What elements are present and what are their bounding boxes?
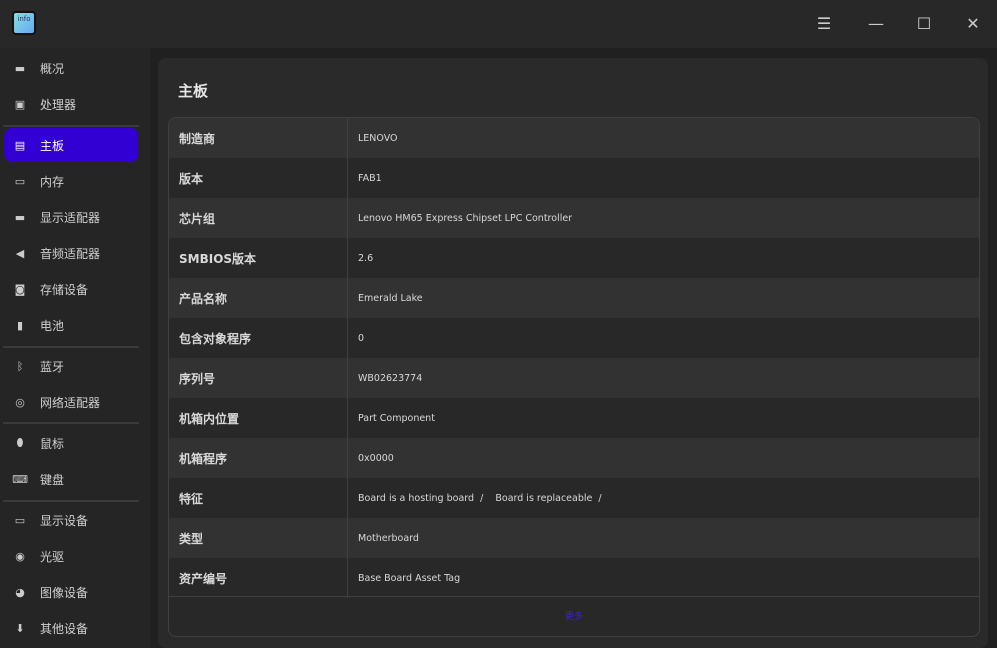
- table-row: 版本 FAB1: [169, 158, 979, 198]
- sidebar: ▬ 概况 ▣ 处理器 ▤ 主板 ▭ 内存 ▬ 显示适配器 ◀ 音频适配器 ◙ 存储设备 ▮ 电池 ᛒ 蓝牙 ◎ 网络适…: [0, 48, 150, 648]
- row-value: Lenovo HM65 Express Chipset LPC Controll…: [358, 212, 573, 224]
- keyboard-icon: ⌨: [12, 472, 28, 486]
- row-value: Part Component: [358, 412, 435, 424]
- row-label: 类型: [169, 518, 348, 558]
- sidebar-item-7[interactable]: ▮ 电池: [4, 308, 138, 342]
- mouse-icon: ⬮: [16, 436, 24, 449]
- table-row: 资产编号 Base Board Asset Tag: [169, 558, 979, 598]
- table-row: 包含对象程序 0: [169, 318, 979, 358]
- table-row: 机箱内位置 Part Component: [169, 398, 979, 438]
- optical-drive-icon: ◉: [15, 549, 25, 563]
- sidebar-item-label: 光驱: [40, 549, 65, 564]
- main-panel: 主板 制造商 LENOVO 版本 FAB1 芯片组 Lenovo HM65 Express…: [158, 58, 988, 648]
- sidebar-item-10[interactable]: ⬮ 鼠标: [4, 426, 138, 460]
- sidebar-item-0[interactable]: ▬ 概况: [4, 51, 138, 85]
- table-row: 产品名称 Emerald Lake: [169, 278, 979, 318]
- row-label: SMBIOS版本: [169, 238, 348, 278]
- network-icon: ◎: [15, 395, 25, 409]
- row-value: Base Board Asset Tag: [358, 572, 461, 584]
- sidebar-item-12[interactable]: ▭ 显示设备: [4, 503, 138, 537]
- row-label: 序列号: [169, 358, 348, 398]
- row-value: 0: [358, 332, 365, 344]
- close-button[interactable]: ✕: [961, 12, 985, 36]
- row-label: 产品名称: [169, 278, 348, 318]
- page-title: 主板: [178, 82, 209, 100]
- sidebar-divider: [3, 500, 139, 502]
- more-link[interactable]: 更多: [169, 596, 979, 636]
- row-value: WB02623774: [358, 372, 423, 384]
- sidebar-item-6[interactable]: ◙ 存储设备: [4, 272, 138, 306]
- info-table: 制造商 LENOVO 版本 FAB1 芯片组 Lenovo HM65 Express Ch…: [168, 117, 980, 637]
- row-value: 0x0000: [358, 452, 394, 464]
- sidebar-item-label: 内存: [40, 174, 65, 189]
- row-label: 特征: [169, 478, 348, 518]
- row-label: 制造商: [169, 118, 348, 158]
- table-row: 序列号 WB02623774: [169, 358, 979, 398]
- motherboard-icon: ▤: [14, 138, 26, 152]
- sidebar-item-label: 显示设备: [40, 513, 89, 528]
- title-bar: info ☰ — ☐ ✕: [0, 0, 997, 48]
- sidebar-item-15[interactable]: ⬇ 其他设备: [4, 611, 138, 645]
- row-label: 机箱程序: [169, 438, 348, 478]
- row-label: 版本: [169, 158, 348, 198]
- row-value: Motherboard: [358, 532, 419, 544]
- sidebar-item-label: 存储设备: [40, 282, 89, 297]
- sidebar-item-3[interactable]: ▭ 内存: [4, 164, 138, 198]
- sidebar-item-label: 显示适配器: [40, 210, 101, 225]
- row-value: LENOVO: [358, 132, 398, 144]
- sidebar-item-9[interactable]: ◎ 网络适配器: [4, 385, 138, 419]
- bluetooth-icon: ᛒ: [16, 359, 24, 373]
- memory-icon: ▭: [14, 174, 26, 188]
- cpu-icon: ▣: [14, 97, 26, 111]
- table-row: 特征 Board is a hosting board / Board is re…: [169, 478, 979, 518]
- table-row: 机箱程序 0x0000: [169, 438, 979, 478]
- row-value: Emerald Lake: [358, 292, 423, 304]
- display-adapter-icon: ▬: [14, 210, 26, 224]
- row-label: 资产编号: [169, 558, 348, 598]
- sidebar-item-label: 其他设备: [40, 621, 89, 636]
- sidebar-item-label: 蓝牙: [40, 359, 65, 374]
- menu-button[interactable]: ☰: [812, 12, 836, 36]
- sidebar-item-label: 主板: [40, 138, 65, 153]
- sidebar-item-label: 电池: [40, 318, 65, 333]
- monitor-icon: ▭: [14, 513, 26, 527]
- sidebar-item-11[interactable]: ⌨ 键盘: [4, 462, 138, 496]
- table-row: 芯片组 Lenovo HM65 Express Chipset LPC Contr…: [169, 198, 979, 238]
- table-row: SMBIOS版本 2.6: [169, 238, 979, 278]
- storage-icon: ◙: [14, 282, 26, 296]
- table-row: 类型 Motherboard: [169, 518, 979, 558]
- sidebar-item-label: 网络适配器: [40, 395, 101, 410]
- sidebar-item-1[interactable]: ▣ 处理器: [4, 87, 138, 121]
- maximize-button[interactable]: ☐: [912, 12, 936, 36]
- sidebar-divider: [3, 346, 139, 348]
- computer-icon: ▬: [14, 61, 26, 75]
- row-value: FAB1: [358, 172, 382, 184]
- row-label: 包含对象程序: [169, 318, 348, 358]
- row-value: Board is a hosting board / Board is repl…: [358, 492, 602, 504]
- row-value: 2.6: [358, 252, 374, 264]
- row-label: 芯片组: [169, 198, 348, 238]
- other-device-icon: ⬇: [15, 621, 25, 635]
- sidebar-item-label: 鼠标: [40, 436, 65, 451]
- camera-icon: ◕: [15, 585, 25, 599]
- app-logo: info: [12, 11, 36, 35]
- sidebar-item-4[interactable]: ▬ 显示适配器: [4, 200, 138, 234]
- sidebar-item-label: 图像设备: [40, 585, 89, 600]
- sidebar-divider: [3, 422, 139, 424]
- sidebar-item-label: 音频适配器: [40, 246, 101, 261]
- row-label: 机箱内位置: [169, 398, 348, 438]
- sidebar-item-label: 键盘: [40, 472, 65, 487]
- minimize-button[interactable]: —: [864, 12, 888, 36]
- sidebar-item-5[interactable]: ◀ 音频适配器: [4, 236, 138, 270]
- table-row: 制造商 LENOVO: [169, 118, 979, 158]
- sidebar-item-label: 处理器: [40, 97, 77, 112]
- battery-icon: ▮: [16, 318, 24, 332]
- sidebar-item-label: 概况: [40, 61, 65, 76]
- sidebar-item-2[interactable]: ▤ 主板: [4, 128, 138, 162]
- sidebar-item-8[interactable]: ᛒ 蓝牙: [4, 349, 138, 383]
- sidebar-item-13[interactable]: ◉ 光驱: [4, 539, 138, 573]
- audio-icon: ◀: [15, 246, 25, 260]
- sidebar-divider: [3, 125, 139, 127]
- sidebar-item-14[interactable]: ◕ 图像设备: [4, 575, 138, 609]
